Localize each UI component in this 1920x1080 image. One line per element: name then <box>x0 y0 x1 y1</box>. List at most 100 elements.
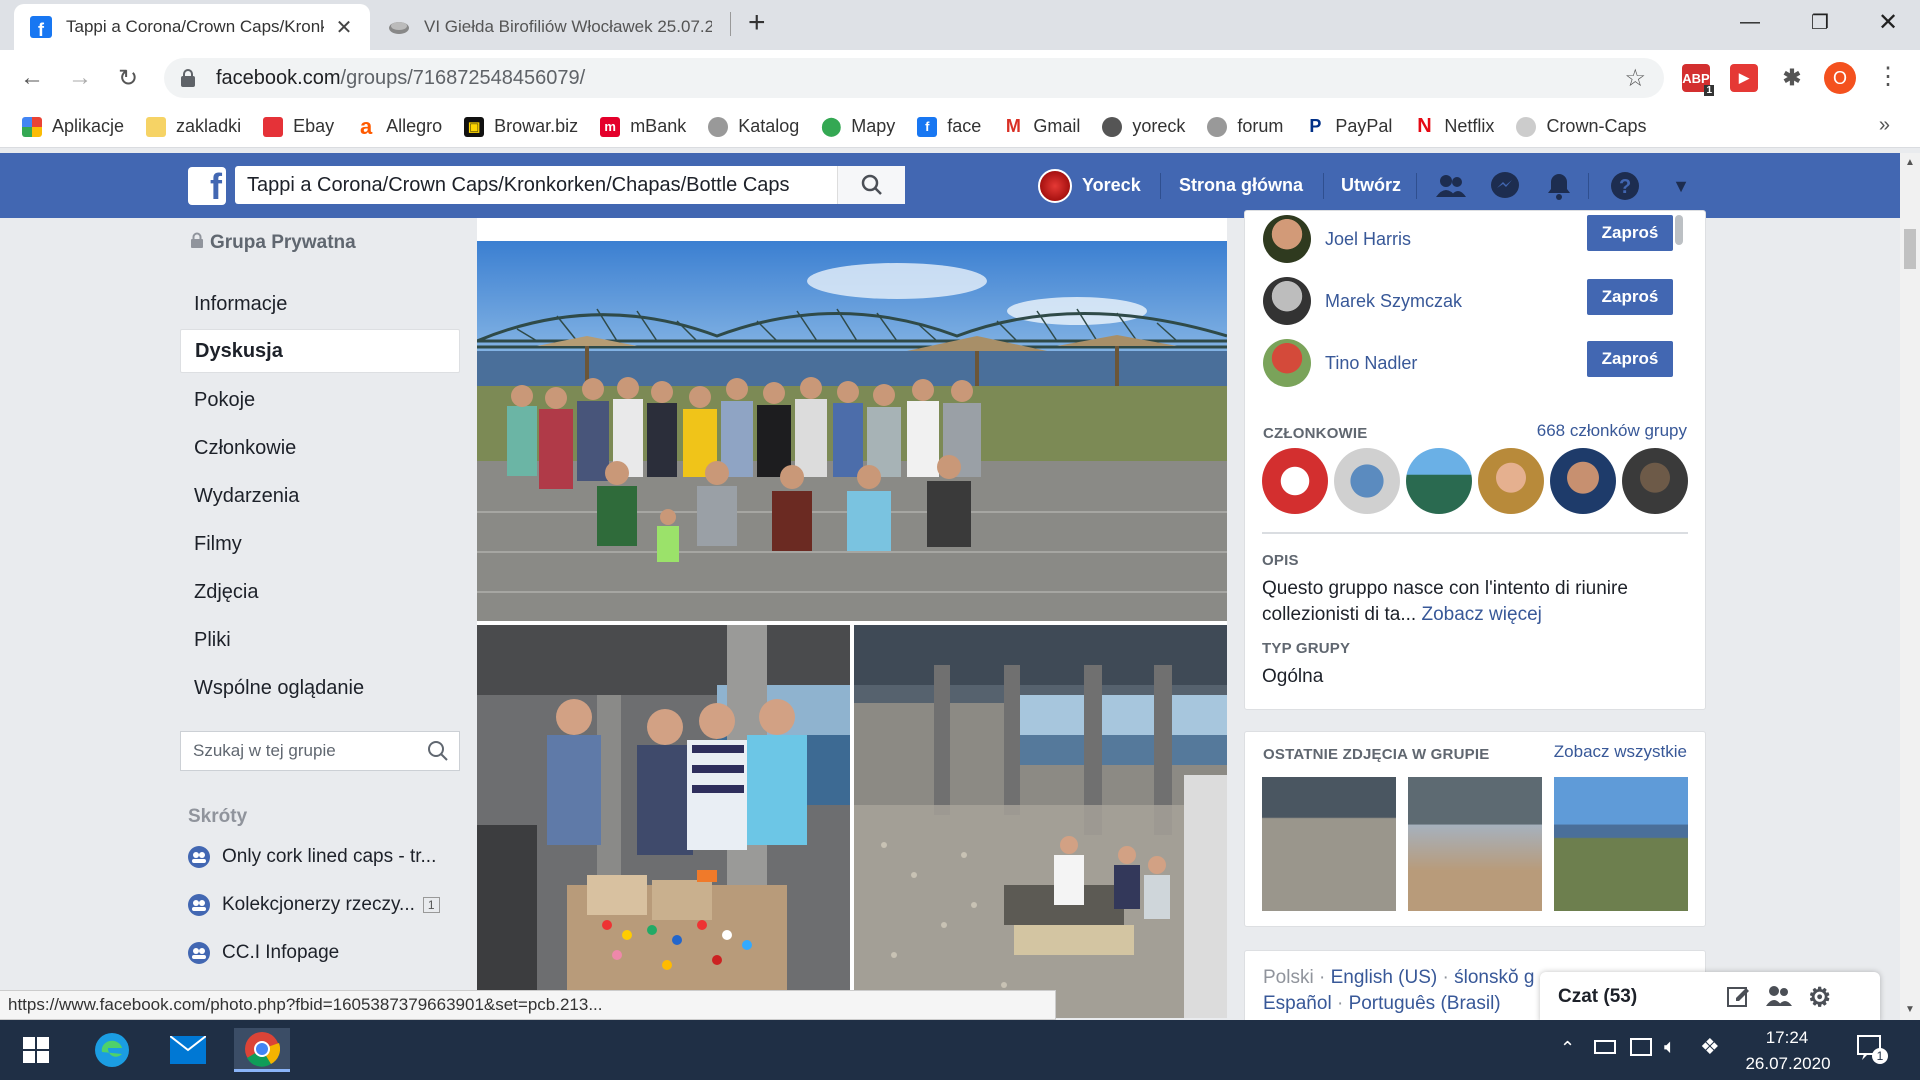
forward-icon[interactable]: → <box>60 58 100 98</box>
close-window-icon[interactable]: ✕ <box>1858 0 1918 44</box>
recent-photo-thumbnail[interactable] <box>1554 777 1688 911</box>
network-icon[interactable] <box>1630 1038 1652 1056</box>
list-scrollbar[interactable] <box>1675 215 1683 245</box>
maximize-icon[interactable]: ❐ <box>1790 0 1850 44</box>
bookmarks-more-icon[interactable]: » <box>1879 114 1890 137</box>
group-nav-pliki[interactable]: Pliki <box>180 618 460 662</box>
volume-icon[interactable]: 🔈︎ <box>1664 1036 1676 1059</box>
profile-link[interactable]: Yoreck <box>1038 153 1141 218</box>
facebook-logo-icon[interactable]: f <box>188 167 226 205</box>
bookmark-item[interactable]: ▣ Browar.biz <box>464 116 578 137</box>
address-bar[interactable]: facebook.com/groups/716872548456079/ ☆ <box>164 58 1664 98</box>
account-menu-chevron-icon[interactable]: ▼ <box>1664 169 1698 203</box>
bookmark-item[interactable]: yoreck <box>1102 116 1185 137</box>
chrome-menu-icon[interactable]: ⋮ <box>1876 62 1900 91</box>
action-center-icon[interactable]: 1 <box>1856 1034 1888 1064</box>
back-icon[interactable]: ← <box>12 58 52 98</box>
friends-icon[interactable] <box>1434 169 1468 203</box>
invite-button[interactable]: Zaproś <box>1587 279 1673 315</box>
members-count-link[interactable]: 668 członków grupy <box>1537 421 1687 441</box>
bookmark-item[interactable]: P PayPal <box>1305 116 1392 137</box>
group-nav-dyskusja[interactable]: Dyskusja <box>180 329 460 373</box>
chat-settings-gear-icon[interactable]: ⚙ <box>1808 982 1831 1013</box>
video-extension-icon[interactable]: ▶ <box>1730 64 1758 92</box>
post-photo-collectors-table[interactable] <box>477 625 850 1018</box>
bookmark-item[interactable]: ⬤ Mapy <box>821 116 895 137</box>
scroll-up-arrow-icon[interactable]: ▲ <box>1900 153 1920 173</box>
tab-active[interactable]: f Tappi a Corona/Crown Caps/Kronkorken/C… <box>14 4 370 50</box>
tab-close-icon[interactable]: ✕ <box>334 15 354 40</box>
edge-browser-icon[interactable] <box>84 1028 140 1072</box>
language-link[interactable]: Português (Brasil) <box>1349 993 1501 1014</box>
shortcut-item[interactable]: Kolekcjonerzy rzeczy... 1 <box>188 894 440 916</box>
member-avatar[interactable] <box>1334 448 1400 514</box>
clock-date[interactable]: 26.07.2020 <box>1736 1054 1840 1074</box>
bookmark-item[interactable]: Aplikacje <box>22 116 124 137</box>
group-nav-filmy[interactable]: Filmy <box>180 522 460 566</box>
windows-start-icon[interactable] <box>8 1028 64 1072</box>
language-link[interactable]: English (US) <box>1331 967 1438 988</box>
group-nav-informacje[interactable]: Informacje <box>180 282 460 326</box>
recent-photo-thumbnail[interactable] <box>1408 777 1542 911</box>
bookmark-item[interactable]: Ebay <box>263 116 334 137</box>
chat-bar[interactable]: Czat (53) ⚙ <box>1540 972 1880 1022</box>
bookmark-item[interactable]: Crown-Caps <box>1516 116 1646 137</box>
bookmark-star-icon[interactable]: ☆ <box>1624 64 1646 93</box>
invite-button[interactable]: Zaproś <box>1587 341 1673 377</box>
facebook-search-input[interactable]: Tappi a Corona/Crown Caps/Kronkorken/Cha… <box>235 166 905 204</box>
bookmark-item[interactable]: forum <box>1207 116 1283 137</box>
bookmark-item[interactable]: N Netflix <box>1414 115 1494 137</box>
reload-icon[interactable]: ↻ <box>108 58 148 98</box>
search-icon[interactable] <box>837 166 905 204</box>
see-all-photos-link[interactable]: Zobacz wszystkie <box>1554 742 1687 762</box>
member-avatar[interactable] <box>1550 448 1616 514</box>
member-name[interactable]: Tino Nadler <box>1325 353 1417 374</box>
messenger-icon[interactable] <box>1488 169 1522 203</box>
member-avatar[interactable] <box>1262 448 1328 514</box>
language-link[interactable]: ślonskŏ g <box>1454 967 1534 988</box>
bookmark-item[interactable]: m mBank <box>600 116 686 137</box>
home-link[interactable]: Strona główna <box>1179 153 1303 218</box>
group-nav-czlonkowie[interactable]: Członkowie <box>180 426 460 470</box>
create-link[interactable]: Utwórz <box>1341 153 1401 218</box>
search-icon[interactable] <box>427 740 449 767</box>
group-nav-wspolne-ogladanie[interactable]: Wspólne oglądanie <box>180 666 460 710</box>
post-photo-group-by-river[interactable] <box>477 241 1227 621</box>
profile-avatar[interactable]: O <box>1824 62 1856 94</box>
language-link[interactable]: Español <box>1263 993 1332 1014</box>
group-nav-wydarzenia[interactable]: Wydarzenia <box>180 474 460 518</box>
chrome-taskbar-icon[interactable] <box>234 1028 290 1072</box>
adblock-extension-icon[interactable]: ABP 1 <box>1682 64 1714 96</box>
bookmark-item[interactable]: M Gmail <box>1003 116 1080 137</box>
new-tab-button[interactable]: + <box>748 6 766 40</box>
create-group-icon[interactable] <box>1766 984 1792 1014</box>
see-more-link[interactable]: Zobacz więcej <box>1421 604 1541 625</box>
shortcut-item[interactable]: Only cork lined caps - tr... <box>188 846 436 868</box>
tray-chevron-icon[interactable]: ⌃ <box>1560 1038 1575 1059</box>
bookmark-item[interactable]: f face <box>917 116 981 137</box>
mail-icon[interactable] <box>160 1028 216 1072</box>
notifications-bell-icon[interactable] <box>1542 169 1576 203</box>
group-search-input[interactable]: Szukaj w tej grupie <box>180 731 460 771</box>
recent-photo-thumbnail[interactable] <box>1262 777 1396 911</box>
member-avatar[interactable] <box>1406 448 1472 514</box>
bookmark-item[interactable]: a Allegro <box>356 114 442 139</box>
tab-inactive[interactable]: VI Giełda Birofiliów Włocławek 25.07.202… <box>372 4 728 50</box>
new-message-icon[interactable] <box>1726 984 1750 1014</box>
help-icon[interactable]: ? <box>1608 169 1642 203</box>
group-nav-pokoje[interactable]: Pokoje <box>180 378 460 422</box>
battery-icon[interactable] <box>1594 1040 1616 1054</box>
member-avatar[interactable] <box>1478 448 1544 514</box>
extensions-puzzle-icon[interactable]: ✱ <box>1778 64 1806 92</box>
bookmark-item[interactable]: Katalog <box>708 116 799 137</box>
bookmark-item[interactable]: zakladki <box>146 116 241 137</box>
invite-button[interactable]: Zaproś <box>1587 215 1673 251</box>
group-nav-zdjecia[interactable]: Zdjęcia <box>180 570 460 614</box>
member-name[interactable]: Marek Szymczak <box>1325 291 1462 312</box>
member-avatar[interactable] <box>1622 448 1688 514</box>
scroll-thumb[interactable] <box>1904 229 1916 269</box>
shortcut-item[interactable]: CC.I Infopage <box>188 942 339 964</box>
page-scrollbar[interactable]: ▲ ▼ <box>1900 153 1920 1020</box>
post-photo-market-under-bridge[interactable] <box>854 625 1227 1018</box>
dropbox-icon[interactable]: ❖ <box>1700 1034 1720 1060</box>
